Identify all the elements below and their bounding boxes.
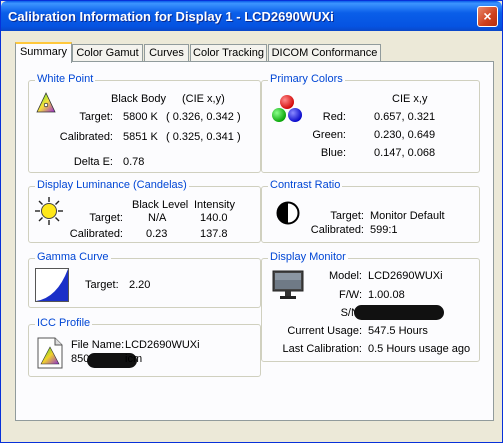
white-point-title: White Point <box>35 73 96 85</box>
rgb-circles-icon <box>272 95 302 122</box>
title-bar[interactable]: Calibration Information for Display 1 - … <box>1 1 502 31</box>
contrast-target-value: Monitor Default <box>370 210 445 222</box>
white-point-target-label: Target: <box>79 111 113 123</box>
primary-colors-title: Primary Colors <box>268 73 345 85</box>
icc-profile-group: ICC Profile File Name: LCD2690WUXi 850 i… <box>28 317 261 377</box>
contrast-group: Contrast Ratio Target: Monitor Default C… <box>261 179 480 243</box>
luminance-target-label: Target: <box>89 212 123 224</box>
luminance-calibrated-intensity: 137.8 <box>200 228 228 240</box>
icc-profile-title: ICC Profile <box>35 317 93 329</box>
luminance-col-black: Black Level <box>132 199 189 211</box>
monitor-group: Display Monitor Model: LCD2690WUXi F/W: … <box>261 251 480 362</box>
tab-summary[interactable]: Summary <box>15 42 72 63</box>
primary-blue-value: 0.147, 0.068 <box>374 147 436 159</box>
luminance-group: Display Luminance (Candelas) Black Level… <box>28 179 261 243</box>
primary-red-value: 0.657, 0.321 <box>374 111 436 123</box>
primary-blue-label: Blue: <box>320 147 346 159</box>
contrast-title: Contrast Ratio <box>268 179 343 191</box>
luminance-title: Display Luminance (Candelas) <box>35 179 189 191</box>
icc-file-label: File Name: <box>71 339 125 351</box>
primary-red-label: Red: <box>322 111 346 123</box>
gamma-target-value: 2.20 <box>129 279 151 291</box>
white-point-col-blackbody: Black Body <box>111 93 167 105</box>
white-point-col-cie: (CIE x,y) <box>182 93 225 105</box>
white-point-group: White Point Black Body (CIE x,y) Target:… <box>28 73 261 173</box>
contrast-icon <box>276 201 300 225</box>
redaction-mark <box>354 305 444 320</box>
delta-e-label: Delta E: <box>73 156 113 168</box>
monitor-title: Display Monitor <box>268 251 348 263</box>
gamma-curve-icon <box>35 268 69 302</box>
primary-green-value: 0.230, 0.649 <box>374 129 436 141</box>
white-point-target-xy: ( 0.326, 0.342 ) <box>166 111 241 123</box>
contrast-calibrated-label: Calibrated: <box>310 224 364 236</box>
contrast-calibrated-value: 599:1 <box>370 224 398 236</box>
monitor-usage-value: 547.5 Hours <box>368 325 428 337</box>
white-point-calibrated-label: Calibrated: <box>59 131 113 143</box>
primary-colors-col-cie: CIE x,y <box>392 93 428 105</box>
monitor-lastcal-label: Last Calibration: <box>282 343 363 355</box>
luminance-calibrated-black: 0.23 <box>146 228 168 240</box>
white-point-calibrated-kelvin: 5851 K <box>123 131 158 143</box>
gamma-group: Gamma Curve Target: 2.20 <box>28 251 261 308</box>
contrast-target-label: Target: <box>330 210 364 222</box>
gamma-title: Gamma Curve <box>35 251 111 263</box>
icc-file-suffix: icm <box>125 353 143 365</box>
luminance-target-black: N/A <box>148 212 167 224</box>
monitor-usage-label: Current Usage: <box>287 325 362 337</box>
icc-file-icon <box>37 337 63 369</box>
window-title: Calibration Information for Display 1 - … <box>8 9 334 24</box>
delta-e-value: 0.78 <box>123 156 145 168</box>
primary-colors-group: Primary Colors CIE x,y Red: 0.657, 0.321… <box>261 73 480 173</box>
white-point-calibrated-xy: ( 0.325, 0.341 ) <box>166 131 241 143</box>
monitor-fw-label: F/W: <box>338 289 362 301</box>
monitor-model-value: LCD2690WUXi <box>368 270 443 282</box>
gamma-target-label: Target: <box>85 279 119 291</box>
icc-file-value: LCD2690WUXi <box>125 339 200 351</box>
luminance-col-intensity: Intensity <box>194 199 235 211</box>
monitor-model-label: Model: <box>328 270 362 282</box>
luminance-calibrated-label: Calibrated: <box>69 228 123 240</box>
summary-panel: White Point Black Body (CIE x,y) Target:… <box>15 61 494 421</box>
calibration-window: Calibration Information for Display 1 - … <box>0 0 503 443</box>
monitor-fw-value: 1.00.08 <box>368 289 405 301</box>
close-button[interactable]: × <box>477 6 498 27</box>
monitor-lastcal-value: 0.5 Hours usage ago <box>368 343 471 355</box>
primary-green-label: Green: <box>312 129 346 141</box>
luminance-target-intensity: 140.0 <box>200 212 228 224</box>
monitor-sn-label: S/N: <box>340 307 362 319</box>
white-point-target-kelvin: 5800 K <box>123 111 158 123</box>
